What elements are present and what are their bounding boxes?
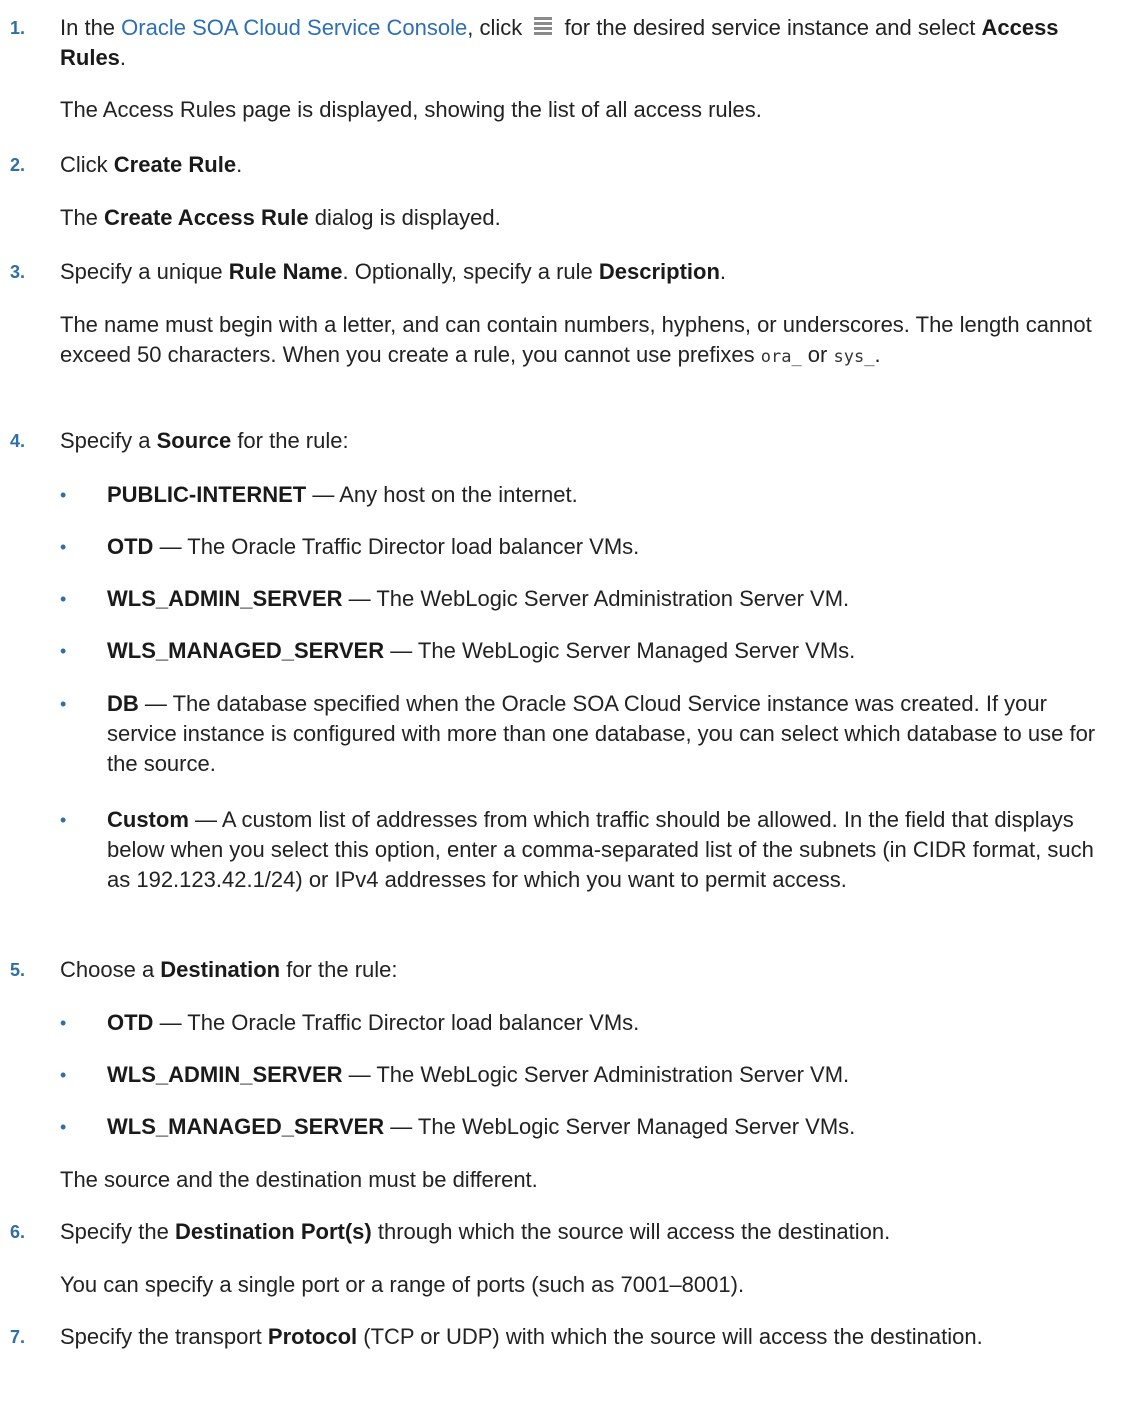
- text: for the rule:: [231, 428, 349, 453]
- step-text: In the Oracle SOA Cloud Service Console,…: [60, 13, 1111, 73]
- bullet-dot: •: [60, 810, 67, 830]
- bold-term: WLS_ADMIN_SERVER: [107, 586, 343, 611]
- step-text: Specify a Source for the rule:: [60, 426, 1111, 456]
- step-number: 1.: [10, 18, 26, 38]
- text: Specify a unique: [60, 259, 229, 284]
- text: Specify a: [60, 428, 157, 453]
- step-number: 3.: [10, 262, 26, 282]
- bold-term: Description: [598, 259, 720, 284]
- text: .: [874, 342, 881, 367]
- step-number: 2.: [10, 155, 26, 175]
- text: — The WebLogic Server Administration Ser…: [342, 586, 850, 611]
- text: for the desired service instance and sel…: [558, 15, 982, 40]
- bullet-dot: •: [60, 589, 67, 609]
- text: through which the source will access the…: [371, 1219, 891, 1244]
- text: dialog is displayed.: [308, 205, 501, 230]
- text: The: [60, 205, 105, 230]
- bold-term: Source: [156, 428, 232, 453]
- menu-icon: [532, 15, 554, 37]
- text: (TCP or UDP) with which the source will …: [357, 1324, 983, 1349]
- text: The name must begin with a letter, and c…: [60, 312, 1092, 367]
- bold-term: OTD: [107, 1010, 154, 1035]
- step-text: Specify the transport Protocol (TCP or U…: [60, 1322, 1111, 1352]
- text: Specify the: [60, 1219, 175, 1244]
- bold-term: PUBLIC-INTERNET: [107, 482, 307, 507]
- code-prefix: sys_: [833, 347, 875, 367]
- bold-term: OTD: [107, 534, 154, 559]
- step-number: 4.: [10, 431, 26, 451]
- code-prefix: ora_: [760, 347, 802, 367]
- text: .: [236, 152, 243, 177]
- text: — The Oracle Traffic Director load balan…: [153, 534, 640, 559]
- bullet-dot: •: [60, 1117, 67, 1137]
- document: 1. In the Oracle SOA Cloud Service Conso…: [0, 0, 1141, 1424]
- step-number: 7.: [10, 1327, 26, 1347]
- step-1-note: The Access Rules page is displayed, show…: [60, 97, 762, 122]
- step-6-note: You can specify a single port or a range…: [60, 1272, 745, 1297]
- bold-term: WLS_MANAGED_SERVER: [107, 638, 385, 663]
- text: — The WebLogic Server Administration Ser…: [342, 1062, 850, 1087]
- bold-term: Create Rule: [113, 152, 237, 177]
- bold-term: Rule Name: [228, 259, 343, 284]
- text: — Any host on the internet.: [306, 482, 578, 507]
- text: Specify the transport: [60, 1324, 268, 1349]
- bold-term: WLS_MANAGED_SERVER: [107, 1114, 385, 1139]
- bullet-dot: •: [60, 485, 67, 505]
- text: In the: [60, 15, 122, 40]
- text: Choose a: [60, 957, 161, 982]
- text: or: [801, 342, 834, 367]
- bold-term: Destination: [160, 957, 281, 982]
- bullet-dot: •: [60, 1065, 67, 1085]
- bold-term: DB: [107, 691, 139, 716]
- text: .: [719, 259, 727, 284]
- text: .: [119, 45, 127, 70]
- bold-term: Create Access Rule: [104, 205, 309, 230]
- step-number: 6.: [10, 1222, 26, 1242]
- text: , click: [467, 15, 529, 40]
- step-text: Specify the Destination Port(s) through …: [60, 1217, 1111, 1247]
- step-text: Specify a unique Rule Name. Optionally, …: [60, 257, 1111, 287]
- bold-term: Custom: [107, 807, 189, 832]
- step-text: Click Create Rule.: [60, 150, 1111, 180]
- bullet-dot: •: [60, 1013, 67, 1033]
- soa-console-link[interactable]: Oracle SOA Cloud Service Console: [121, 15, 467, 40]
- text: Click: [60, 152, 114, 177]
- text: — A custom list of addresses from which …: [107, 807, 1094, 892]
- text: — The WebLogic Server Managed Server VMs…: [384, 1114, 856, 1139]
- text: for the rule:: [280, 957, 398, 982]
- bold-term: WLS_ADMIN_SERVER: [107, 1062, 343, 1087]
- text: . Optionally, specify a rule: [342, 259, 599, 284]
- bullet-dot: •: [60, 537, 67, 557]
- step-number: 5.: [10, 960, 26, 980]
- bold-term: Protocol: [267, 1324, 358, 1349]
- bullet-dot: •: [60, 641, 67, 661]
- text: — The WebLogic Server Managed Server VMs…: [384, 638, 856, 663]
- bullet-dot: •: [60, 694, 67, 714]
- bold-term: Destination Port(s): [174, 1219, 372, 1244]
- text: — The database specified when the Oracle…: [107, 691, 1096, 776]
- text: — The Oracle Traffic Director load balan…: [153, 1010, 640, 1035]
- step-3-note: The name must begin with a letter, and c…: [60, 310, 1111, 372]
- step-text: Choose a Destination for the rule:: [60, 955, 1111, 985]
- step-5-note: The source and the destination must be d…: [60, 1167, 538, 1192]
- step-2-note: The Create Access Rule dialog is display…: [60, 203, 1111, 233]
